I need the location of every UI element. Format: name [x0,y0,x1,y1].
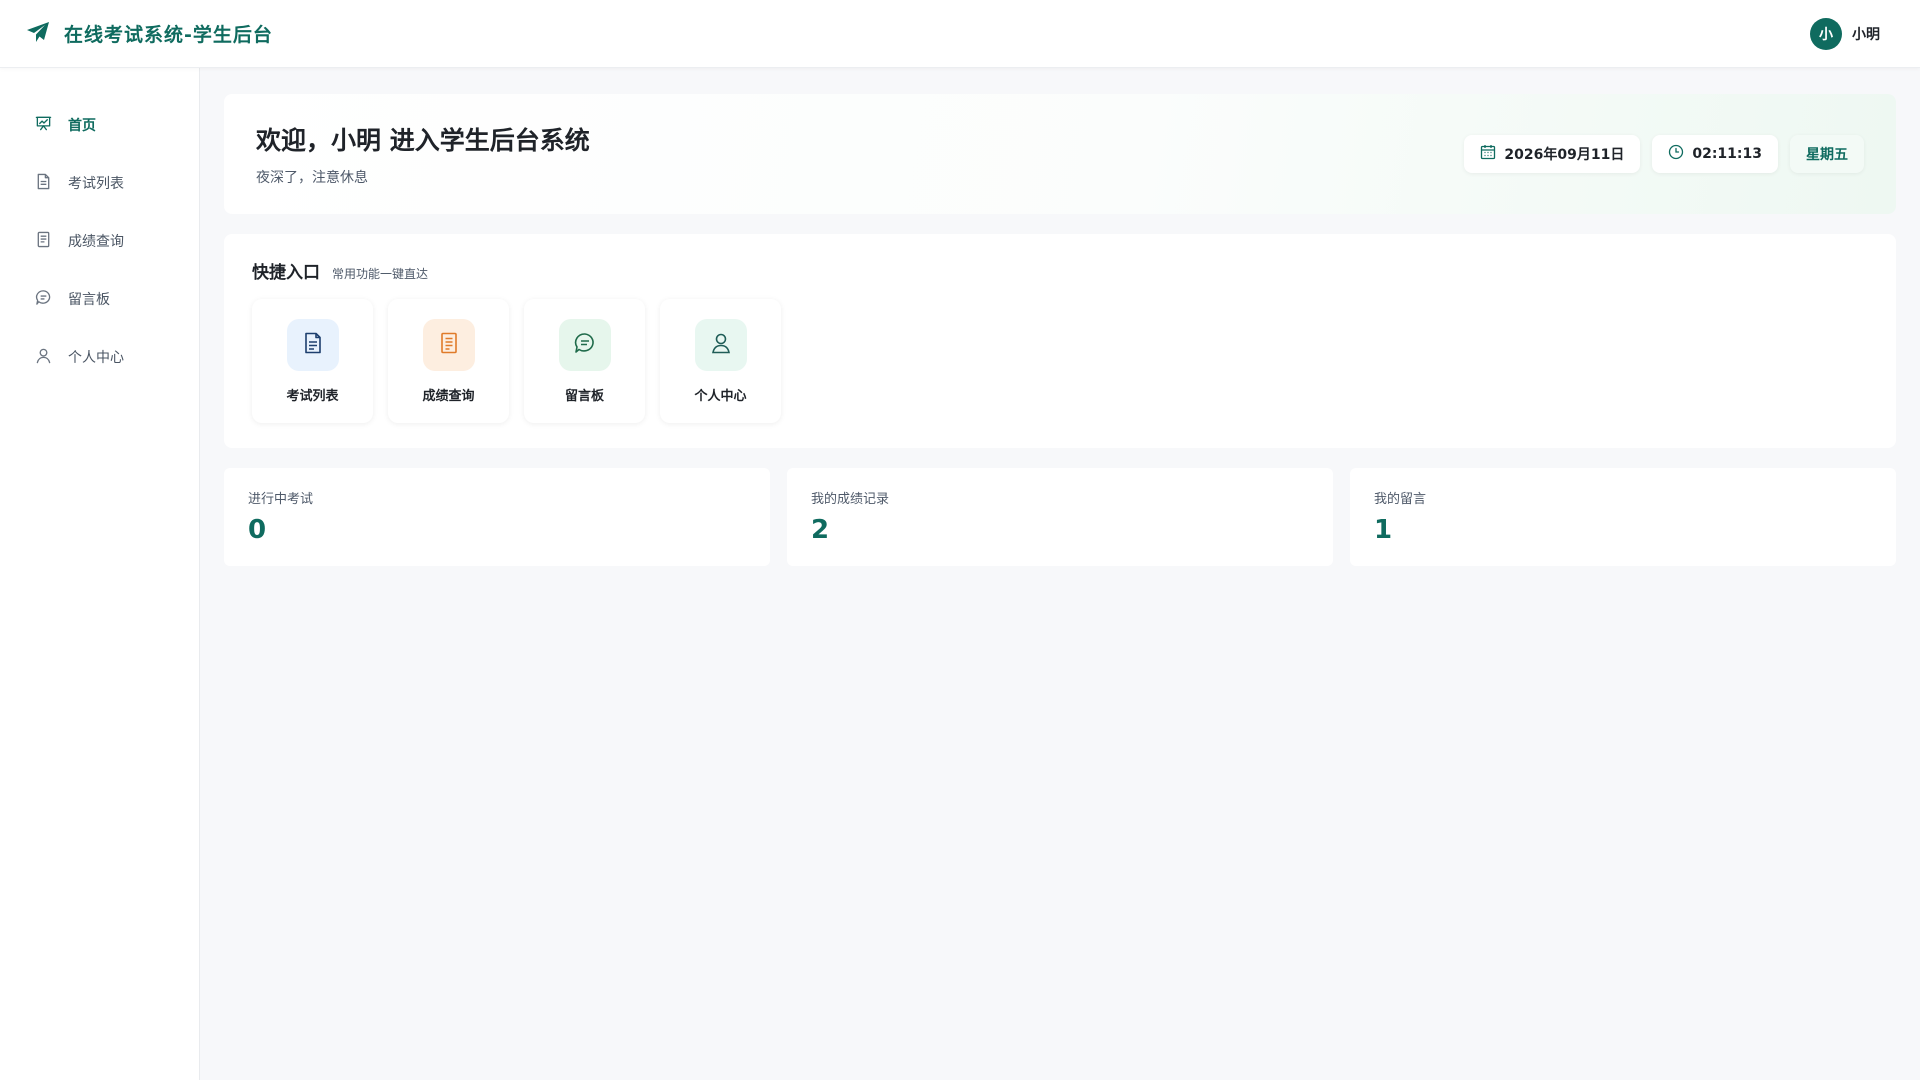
clock-icon [1668,144,1684,164]
sidebar-item-label: 留言板 [68,292,110,308]
sidebar-item-exam-list[interactable]: 考试列表 [0,154,199,212]
sidebar-item-label: 个人中心 [68,350,124,366]
date-chip: 2026年09月11日 [1464,135,1641,173]
welcome-banner: 欢迎，小明 进入学生后台系统 夜深了，注意休息 2026年09月11日 02:1… [224,94,1896,214]
card-label: 个人中心 [694,388,747,404]
stat-value: 0 [248,515,267,545]
chat-bubble-icon [573,331,597,359]
top-header: 在线考试系统-学生后台 小 小明 [0,0,1920,68]
brand[interactable]: 在线考试系统-学生后台 [26,20,273,47]
quick-card-profile[interactable]: 个人中心 [660,299,781,423]
chat-bubble-icon [35,289,52,310]
sidebar-item-message-board[interactable]: 留言板 [0,270,199,328]
card-label: 考试列表 [286,388,339,404]
stat-card-ongoing-exams[interactable]: 进行中考试 0 [224,468,770,566]
paper-plane-icon [26,21,50,47]
presentation-chart-icon [35,115,52,136]
list-document-icon [35,231,52,252]
quick-entry-panel: 快捷入口 常用功能一键直达 考试列表 成绩查询 留言板 个人中心 [224,234,1896,448]
stat-label: 我的成绩记录 [811,492,890,507]
sidebar-item-profile[interactable]: 个人中心 [0,328,199,386]
card-label: 留言板 [564,388,604,404]
quick-entry-subtitle: 常用功能一键直达 [332,267,429,281]
sidebar-item-label: 成绩查询 [68,234,124,250]
sidebar-item-label: 首页 [68,118,96,134]
stat-label: 进行中考试 [248,492,314,507]
weekday-text: 星期五 [1806,147,1848,163]
datetime-chips: 2026年09月11日 02:11:13 星期五 [1464,135,1864,173]
list-document-icon [437,331,461,359]
card-icon-bg [422,318,475,371]
date-text: 2026年09月11日 [1504,147,1625,163]
card-label: 成绩查询 [422,388,475,404]
sidebar: 首页 考试列表 成绩查询 留言板 个人中心 [0,68,200,1080]
app-title: 在线考试系统-学生后台 [64,24,273,46]
card-icon-bg [694,318,747,371]
weekday-chip: 星期五 [1790,135,1864,173]
time-text: 02:11:13 [1692,146,1762,162]
user-icon [709,331,733,359]
time-chip: 02:11:13 [1652,135,1778,173]
avatar[interactable]: 小 [1810,17,1842,50]
quick-card-message-board[interactable]: 留言板 [524,299,645,423]
sidebar-item-home[interactable]: 首页 [0,96,199,154]
page-title: 欢迎，小明 进入学生后台系统 [256,126,590,155]
stat-value: 2 [811,515,830,545]
stat-label: 我的留言 [1374,492,1427,507]
quick-entry-title: 快捷入口 [252,263,320,283]
user-menu[interactable]: 小 小明 [1810,17,1880,50]
document-icon [301,331,325,359]
user-icon [35,347,52,368]
quick-card-exam-list[interactable]: 考试列表 [252,299,373,423]
welcome-subtitle: 夜深了，注意休息 [256,170,368,186]
calendar-icon [1480,144,1496,164]
user-name[interactable]: 小明 [1852,24,1880,44]
stat-value: 1 [1374,515,1393,545]
sidebar-item-label: 考试列表 [68,176,124,192]
stats-row: 进行中考试 0 我的成绩记录 2 我的留言 1 [224,468,1896,566]
card-icon-bg [286,318,339,371]
sidebar-item-score-query[interactable]: 成绩查询 [0,212,199,270]
stat-card-score-records[interactable]: 我的成绩记录 2 [787,468,1333,566]
document-icon [35,173,52,194]
card-icon-bg [558,318,611,371]
stat-card-my-messages[interactable]: 我的留言 1 [1350,468,1896,566]
quick-card-score-query[interactable]: 成绩查询 [388,299,509,423]
main-content: 欢迎，小明 进入学生后台系统 夜深了，注意休息 2026年09月11日 02:1… [224,94,1896,566]
